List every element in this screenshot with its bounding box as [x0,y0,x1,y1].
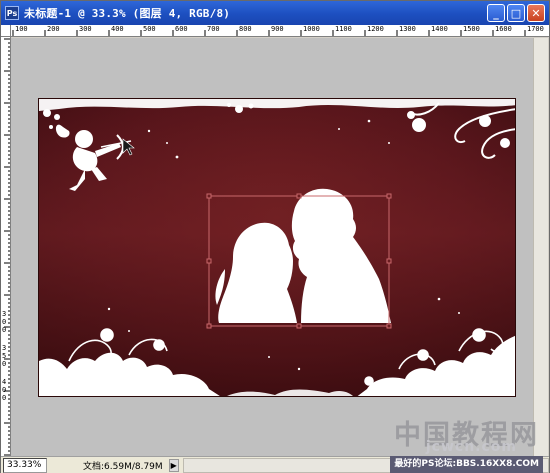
ruler-label: 1400 [431,25,448,33]
ruler-label: 400 [111,25,124,33]
ruler-label: 4 [2,378,7,386]
ruler-label: 1700 [527,25,544,33]
vertical-scrollbar[interactable] [533,38,548,456]
ruler-label: 3 [2,344,7,352]
transform-handle[interactable] [386,323,392,329]
canvas-artwork [39,99,515,396]
photoshop-app-icon[interactable]: Ps [5,6,19,20]
ruler-label: 1500 [463,25,480,33]
vertical-ruler[interactable]: 300350400 [1,37,11,456]
transform-handle[interactable] [296,193,302,199]
document-title: 未标题-1 @ 33.3% (图层 4, RGB/8) [24,7,231,20]
ruler-label: 300 [79,25,92,33]
ruler-label: 200 [47,25,60,33]
ruler-label: 0 [2,318,7,326]
ruler-label: 1200 [367,25,384,33]
ruler-label: 900 [271,25,284,33]
status-menu-arrow-icon[interactable]: ▶ [168,458,179,472]
ruler-origin[interactable] [1,25,11,37]
photoshop-document-window: Ps 未标题-1 @ 33.3% (图层 4, RGB/8) _ □ ✕ 100… [0,0,550,473]
ruler-label: 800 [239,25,252,33]
ruler-label: 500 [143,25,156,33]
transform-handle[interactable] [296,323,302,329]
transform-handle[interactable] [386,193,392,199]
ruler-label: 3 [2,310,7,318]
document-size-info: 文档:6.59M/8.79M [83,461,163,472]
ruler-label: 0 [2,386,7,394]
document-canvas[interactable] [38,98,516,397]
transform-handle[interactable] [206,323,212,329]
watermark-url: jcwcn.com [425,439,517,455]
zoom-field[interactable]: 33.33% [3,457,47,473]
transform-handle[interactable] [206,258,212,264]
transform-handle[interactable] [386,258,392,264]
window-controls: _ □ ✕ [487,4,545,22]
ruler-label: 1600 [495,25,512,33]
ruler-label: 0 [2,394,7,402]
ruler-label: 600 [175,25,188,33]
ruler-label: 5 [2,352,7,360]
transform-handle[interactable] [206,193,212,199]
ruler-label: 100 [15,25,28,33]
horizontal-ruler[interactable]: 100 200 300 400 500 600 700 800 900 1000 1100 1200 1… [11,25,549,37]
title-bar[interactable]: Ps 未标题-1 @ 33.3% (图层 4, RGB/8) _ □ ✕ [1,1,549,25]
minimize-button[interactable]: _ [487,4,505,22]
ruler-label: 700 [207,25,220,33]
ruler-label: 0 [2,360,7,368]
ruler-label: 1000 [303,25,320,33]
forum-banner: 最好的PS论坛:BBS.16XX8.COM [390,456,543,473]
ruler-label: 1100 [335,25,352,33]
ruler-label: 0 [2,326,7,334]
restore-button[interactable]: □ [507,4,525,22]
close-button[interactable]: ✕ [527,4,545,22]
ruler-label: 1300 [399,25,416,33]
